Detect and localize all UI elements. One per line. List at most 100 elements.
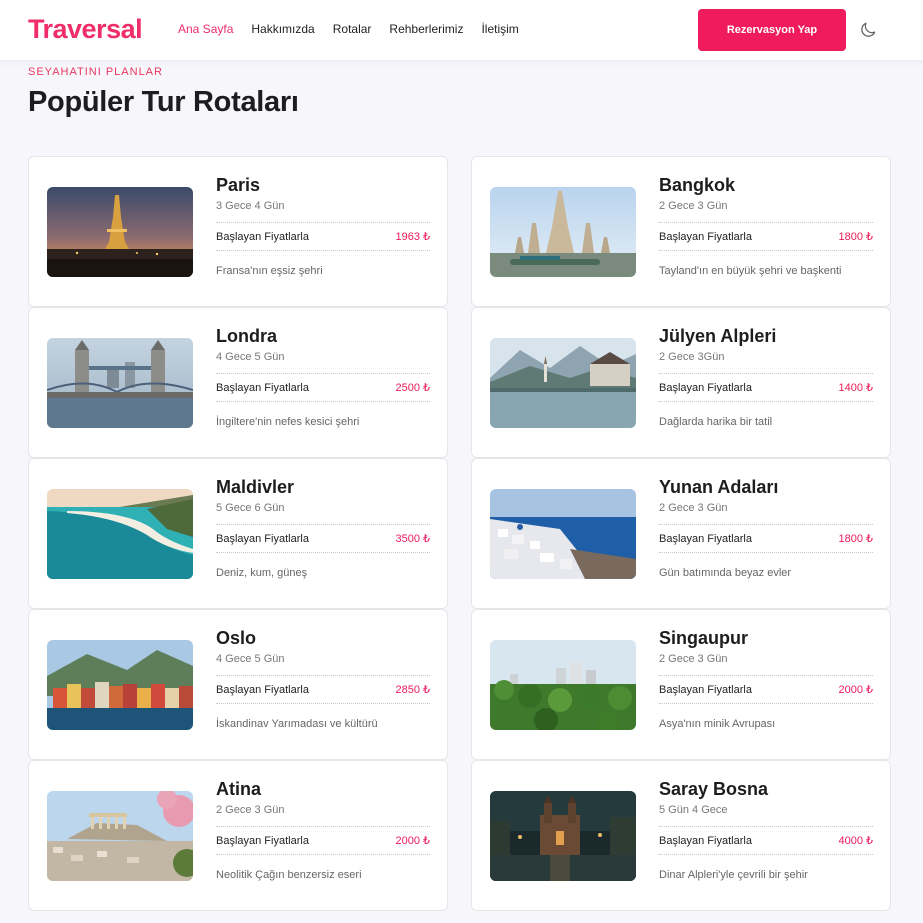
tour-image-bangkok[interactable]	[490, 187, 636, 277]
price-row: Başlayan Fiyatlarla 4000 ₺	[659, 826, 873, 855]
tour-name[interactable]: Saray Bosna	[659, 779, 873, 801]
tour-image-sarajevo[interactable]	[490, 791, 636, 881]
tour-duration: 4 Gece 5 Gün	[216, 653, 285, 665]
price-label: Başlayan Fiyatlarla	[659, 532, 752, 545]
tour-card[interactable]: Yunan Adaları 2 Gece 3 Gün Başlayan Fiya…	[471, 458, 891, 609]
tour-card[interactable]: Oslo 4 Gece 5 Gün Başlayan Fiyatlarla 28…	[28, 609, 448, 760]
tour-name[interactable]: Jülyen Alpleri	[659, 326, 873, 348]
tour-info: Maldivler 5 Gece 6 Gün Başlayan Fiyatlar…	[216, 477, 430, 579]
tour-description: Tayland'ın en büyük şehri ve başkenti	[659, 265, 842, 277]
tour-card[interactable]: Maldivler 5 Gece 6 Gün Başlayan Fiyatlar…	[28, 458, 448, 609]
tour-name[interactable]: Paris	[216, 175, 430, 197]
tour-price: 1800 ₺	[838, 231, 873, 243]
tour-name[interactable]: Oslo	[216, 628, 430, 650]
tour-info: Londra 4 Gece 5 Gün Başlayan Fiyatlarla …	[216, 326, 430, 428]
tour-card[interactable]: Bangkok 2 Gece 3 Gün Başlayan Fiyatlarla…	[471, 156, 891, 307]
tour-info: Bangkok 2 Gece 3 Gün Başlayan Fiyatlarla…	[659, 175, 873, 277]
tour-image-paris[interactable]	[47, 187, 193, 277]
tour-duration: 2 Gece 3 Gün	[659, 200, 728, 212]
tour-description: Dinar Alpleri'yle çevrili bir şehir	[659, 869, 808, 881]
tour-info: Paris 3 Gece 4 Gün Başlayan Fiyatlarla 1…	[216, 175, 430, 277]
price-row: Başlayan Fiyatlarla 1800 ₺	[659, 222, 873, 251]
price-row: Başlayan Fiyatlarla 2500 ₺	[216, 373, 430, 402]
tour-card[interactable]: Jülyen Alpleri 2 Gece 3Gün Başlayan Fiya…	[471, 307, 891, 458]
tour-name[interactable]: Singaupur	[659, 628, 873, 650]
price-label: Başlayan Fiyatlarla	[216, 834, 309, 847]
price-row: Başlayan Fiyatlarla 1400 ₺	[659, 373, 873, 402]
tour-info: Yunan Adaları 2 Gece 3 Gün Başlayan Fiya…	[659, 477, 873, 579]
price-label: Başlayan Fiyatlarla	[216, 381, 309, 394]
tour-price: 2500 ₺	[395, 382, 430, 394]
tour-price: 1800 ₺	[838, 533, 873, 545]
price-label: Başlayan Fiyatlarla	[659, 230, 752, 243]
section-eyebrow: SEYAHATINI PLANLAR	[28, 66, 163, 78]
tour-card[interactable]: Singaupur 2 Gece 3 Gün Başlayan Fiyatlar…	[471, 609, 891, 760]
tour-description: İskandinav Yarımadası ve kültürü	[216, 718, 378, 730]
tour-card[interactable]: Atina 2 Gece 3 Gün Başlayan Fiyatlarla 2…	[28, 760, 448, 911]
tour-info: Atina 2 Gece 3 Gün Başlayan Fiyatlarla 2…	[216, 779, 430, 881]
price-label: Başlayan Fiyatlarla	[659, 683, 752, 696]
tour-info: Singaupur 2 Gece 3 Gün Başlayan Fiyatlar…	[659, 628, 873, 730]
tour-description: Neolitik Çağın benzersiz eseri	[216, 869, 362, 881]
tour-card[interactable]: Londra 4 Gece 5 Gün Başlayan Fiyatlarla …	[28, 307, 448, 458]
tour-price: 1400 ₺	[838, 382, 873, 394]
tour-image-singapore[interactable]	[490, 640, 636, 730]
price-row: Başlayan Fiyatlarla 1800 ₺	[659, 524, 873, 553]
nav-link-routes[interactable]: Rotalar	[333, 22, 372, 36]
tour-card[interactable]: Saray Bosna 5 Gün 4 Gece Başlayan Fiyatl…	[471, 760, 891, 911]
tour-price: 2850 ₺	[395, 684, 430, 696]
moon-icon[interactable]	[858, 20, 878, 40]
price-label: Başlayan Fiyatlarla	[216, 683, 309, 696]
tour-info: Saray Bosna 5 Gün 4 Gece Başlayan Fiyatl…	[659, 779, 873, 881]
reservation-button[interactable]: Rezervasyon Yap	[698, 9, 846, 51]
tour-name[interactable]: Yunan Adaları	[659, 477, 873, 499]
tour-price: 2000 ₺	[395, 835, 430, 847]
tour-image-greek-islands[interactable]	[490, 489, 636, 579]
tour-image-oslo[interactable]	[47, 640, 193, 730]
tour-name[interactable]: Londra	[216, 326, 430, 348]
price-label: Başlayan Fiyatlarla	[659, 381, 752, 394]
tour-image-maldives[interactable]	[47, 489, 193, 579]
tour-price: 3500 ₺	[395, 533, 430, 545]
tour-info: Oslo 4 Gece 5 Gün Başlayan Fiyatlarla 28…	[216, 628, 430, 730]
tour-price: 4000 ₺	[838, 835, 873, 847]
price-row: Başlayan Fiyatlarla 2000 ₺	[216, 826, 430, 855]
tour-description: Asya'nın minik Avrupası	[659, 718, 776, 730]
nav-link-contact[interactable]: İletişim	[481, 22, 518, 36]
tour-duration: 2 Gece 3 Gün	[216, 804, 285, 816]
price-row: Başlayan Fiyatlarla 2000 ₺	[659, 675, 873, 704]
tour-duration: 5 Gün 4 Gece	[659, 804, 728, 816]
tour-duration: 5 Gece 6 Gün	[216, 502, 285, 514]
tour-image-athens[interactable]	[47, 791, 193, 881]
price-row: Başlayan Fiyatlarla 2850 ₺	[216, 675, 430, 704]
tour-grid: Paris 3 Gece 4 Gün Başlayan Fiyatlarla 1…	[28, 156, 891, 911]
tour-image-alps[interactable]	[490, 338, 636, 428]
tour-description: Fransa'nın eşsiz şehri	[216, 265, 323, 277]
tour-image-london[interactable]	[47, 338, 193, 428]
tour-description: İngiltere'nin nefes kesici şehri	[216, 416, 360, 428]
brand-logo[interactable]: Traversal	[28, 14, 143, 45]
tour-info: Jülyen Alpleri 2 Gece 3Gün Başlayan Fiya…	[659, 326, 873, 428]
tour-duration: 2 Gece 3 Gün	[659, 653, 728, 665]
tour-description: Deniz, kum, güneş	[216, 567, 308, 579]
price-row: Başlayan Fiyatlarla 3500 ₺	[216, 524, 430, 553]
price-label: Başlayan Fiyatlarla	[659, 834, 752, 847]
tour-name[interactable]: Bangkok	[659, 175, 873, 197]
tour-description: Dağlarda harika bir tatil	[659, 416, 773, 428]
tour-description: Gün batımında beyaz evler	[659, 567, 792, 579]
tour-card[interactable]: Paris 3 Gece 4 Gün Başlayan Fiyatlarla 1…	[28, 156, 448, 307]
price-label: Başlayan Fiyatlarla	[216, 230, 309, 243]
tour-duration: 4 Gece 5 Gün	[216, 351, 285, 363]
top-navbar: Traversal Ana Sayfa Hakkımızda Rotalar R…	[0, 0, 923, 60]
tour-name[interactable]: Maldivler	[216, 477, 430, 499]
tour-name[interactable]: Atina	[216, 779, 430, 801]
tour-price: 2000 ₺	[838, 684, 873, 696]
tour-duration: 2 Gece 3Gün	[659, 351, 725, 363]
nav-link-about[interactable]: Hakkımızda	[251, 22, 314, 36]
nav-link-home[interactable]: Ana Sayfa	[178, 22, 233, 36]
price-label: Başlayan Fiyatlarla	[216, 532, 309, 545]
main-nav: Ana Sayfa Hakkımızda Rotalar Rehberlerim…	[178, 22, 519, 36]
price-row: Başlayan Fiyatlarla 1963 ₺	[216, 222, 430, 251]
page-title: Popüler Tur Rotaları	[28, 86, 299, 118]
nav-link-guides[interactable]: Rehberlerimiz	[389, 22, 463, 36]
